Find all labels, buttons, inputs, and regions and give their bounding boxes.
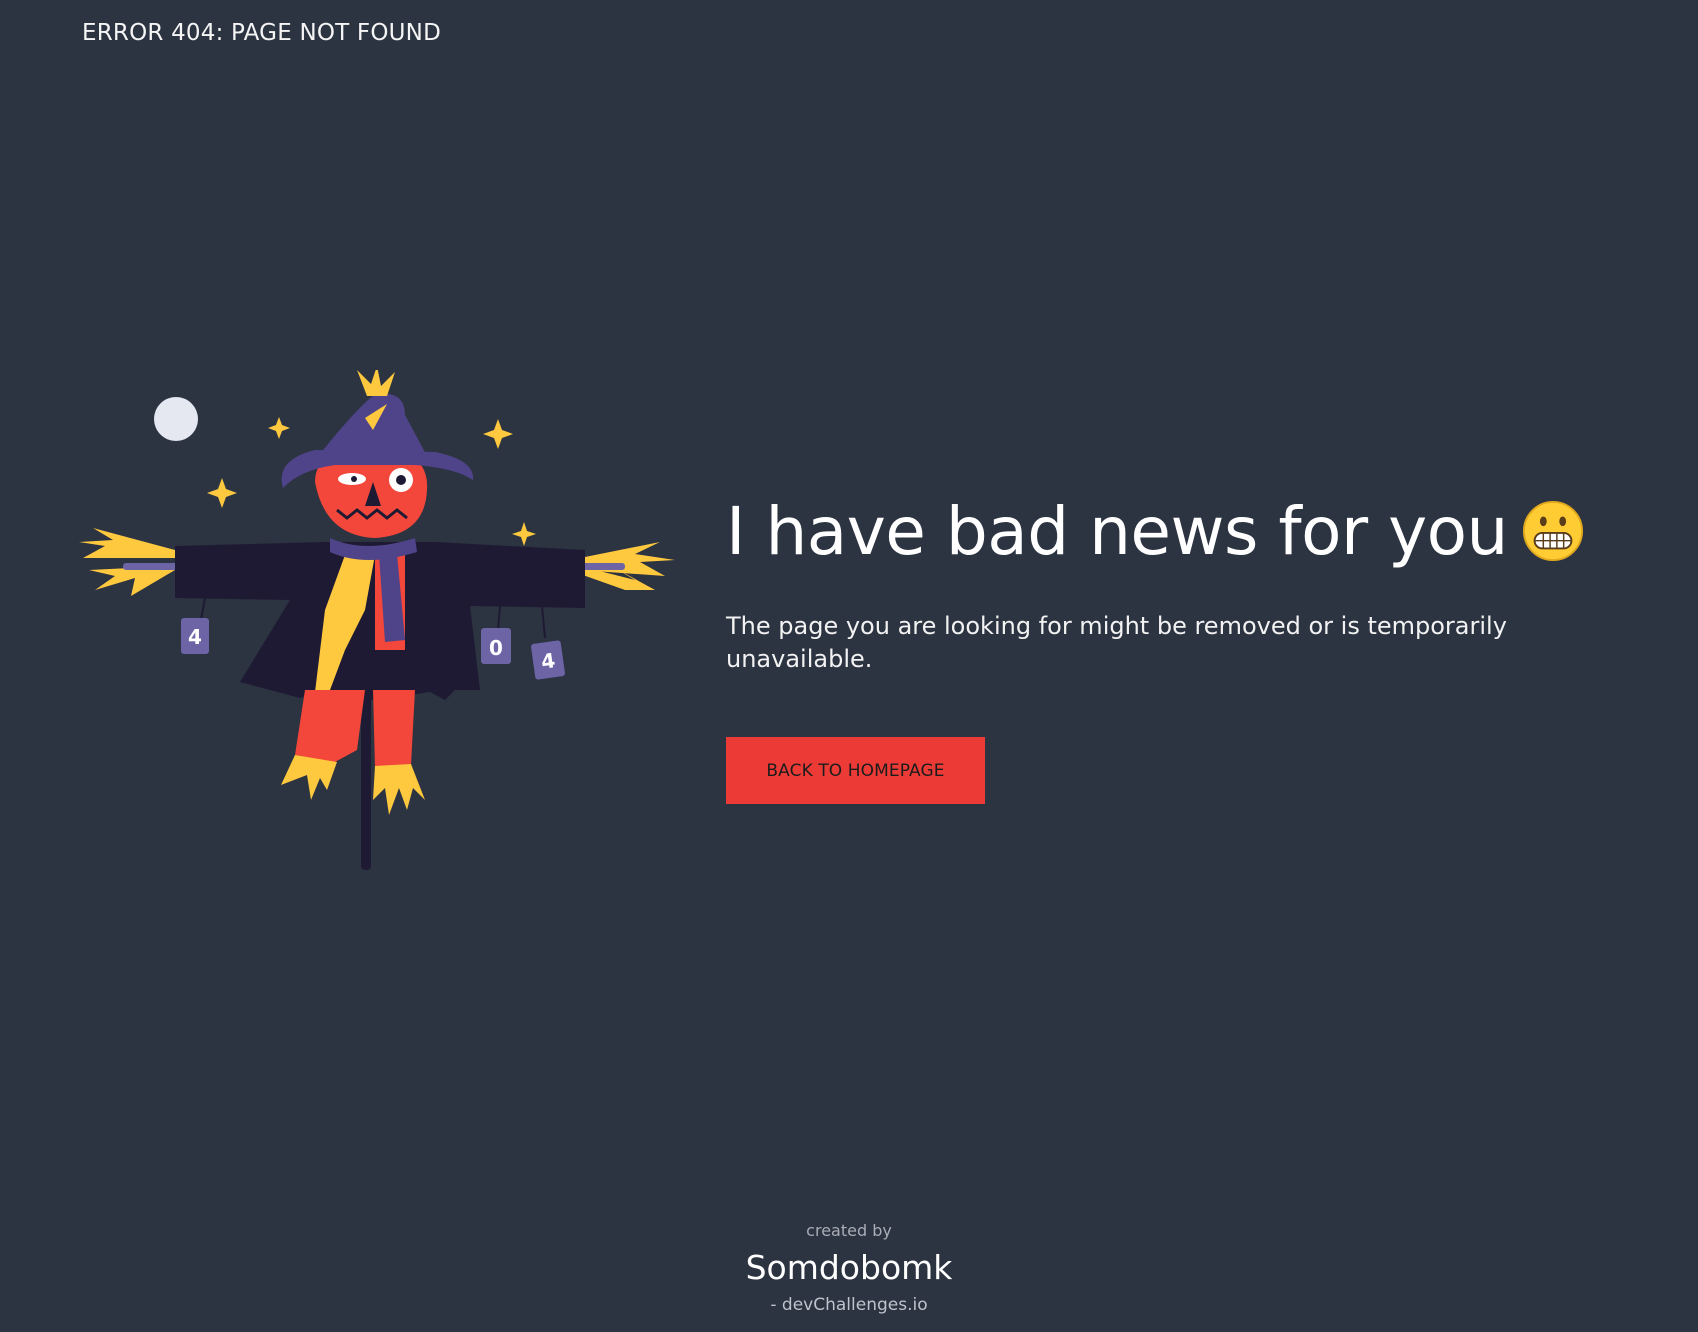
star-icon [268,417,290,439]
star-icon [512,522,536,546]
scarecrow-illustration: 4 0 4 [75,366,685,880]
page-title: ERROR 404: PAGE NOT FOUND [82,20,441,46]
error-message: The page you are looking for might be re… [726,612,1507,673]
left-straw-hand [79,528,175,596]
author-name: Somdobomk [745,1248,953,1287]
scarecrow-leg-left [295,690,365,762]
moon-icon [154,397,198,441]
headline: I have bad news for you [726,488,1606,576]
scarecrow-leg-right [373,690,415,768]
back-to-homepage-button[interactable]: BACK TO HOMEPAGE [726,737,985,804]
star-icon [207,478,237,508]
grimacing-face-icon [1522,500,1583,561]
can-label: 4 [188,625,202,649]
headline-text: I have bad news for you [726,493,1508,570]
can-label: 0 [489,636,503,660]
site-credit: - devChallenges.io [770,1295,928,1315]
footer: created by Somdobomk - devChallenges.io [0,1220,1698,1316]
star-icon [483,419,513,449]
main-content: I have bad news for you The page you are… [726,488,1606,804]
created-by-label: created by [806,1221,892,1240]
